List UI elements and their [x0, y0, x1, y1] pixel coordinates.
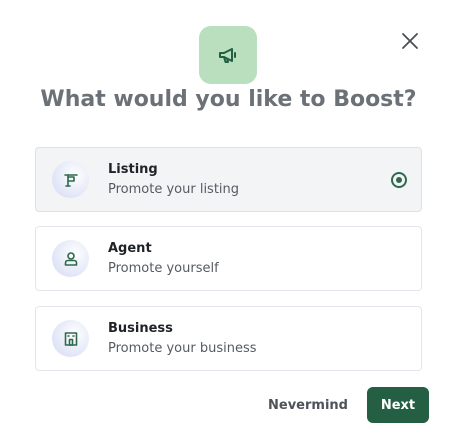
next-button[interactable]: Next	[367, 387, 429, 423]
option-description: Promote yourself	[108, 261, 219, 276]
nevermind-button[interactable]: Nevermind	[266, 388, 350, 422]
radio-selected[interactable]	[391, 172, 407, 188]
flag-icon	[63, 173, 78, 187]
option-label: Business	[108, 321, 173, 336]
boost-dialog: What would you like to Boost? Listing Pr…	[0, 0, 457, 441]
radio-dot	[396, 177, 402, 183]
close-button[interactable]	[396, 27, 424, 55]
option-agent[interactable]: Agent Promote yourself	[35, 226, 422, 291]
option-label: Listing	[108, 162, 158, 177]
boost-options-list: Listing Promote your listing Agent Promo…	[35, 147, 422, 371]
close-icon	[402, 33, 418, 49]
option-icon-badge	[52, 320, 89, 357]
option-icon-badge	[52, 240, 89, 277]
option-description: Promote your listing	[108, 182, 240, 197]
option-label: Agent	[108, 241, 152, 256]
dialog-title: What would you like to Boost?	[40, 87, 417, 112]
hero-badge	[199, 26, 257, 84]
person-icon	[64, 251, 77, 266]
option-icon-badge	[52, 161, 89, 198]
option-listing[interactable]: Listing Promote your listing	[35, 147, 422, 212]
megaphone-icon	[219, 48, 236, 63]
building-icon	[64, 331, 77, 346]
option-description: Promote your business	[108, 341, 257, 356]
option-business[interactable]: Business Promote your business	[35, 306, 422, 371]
